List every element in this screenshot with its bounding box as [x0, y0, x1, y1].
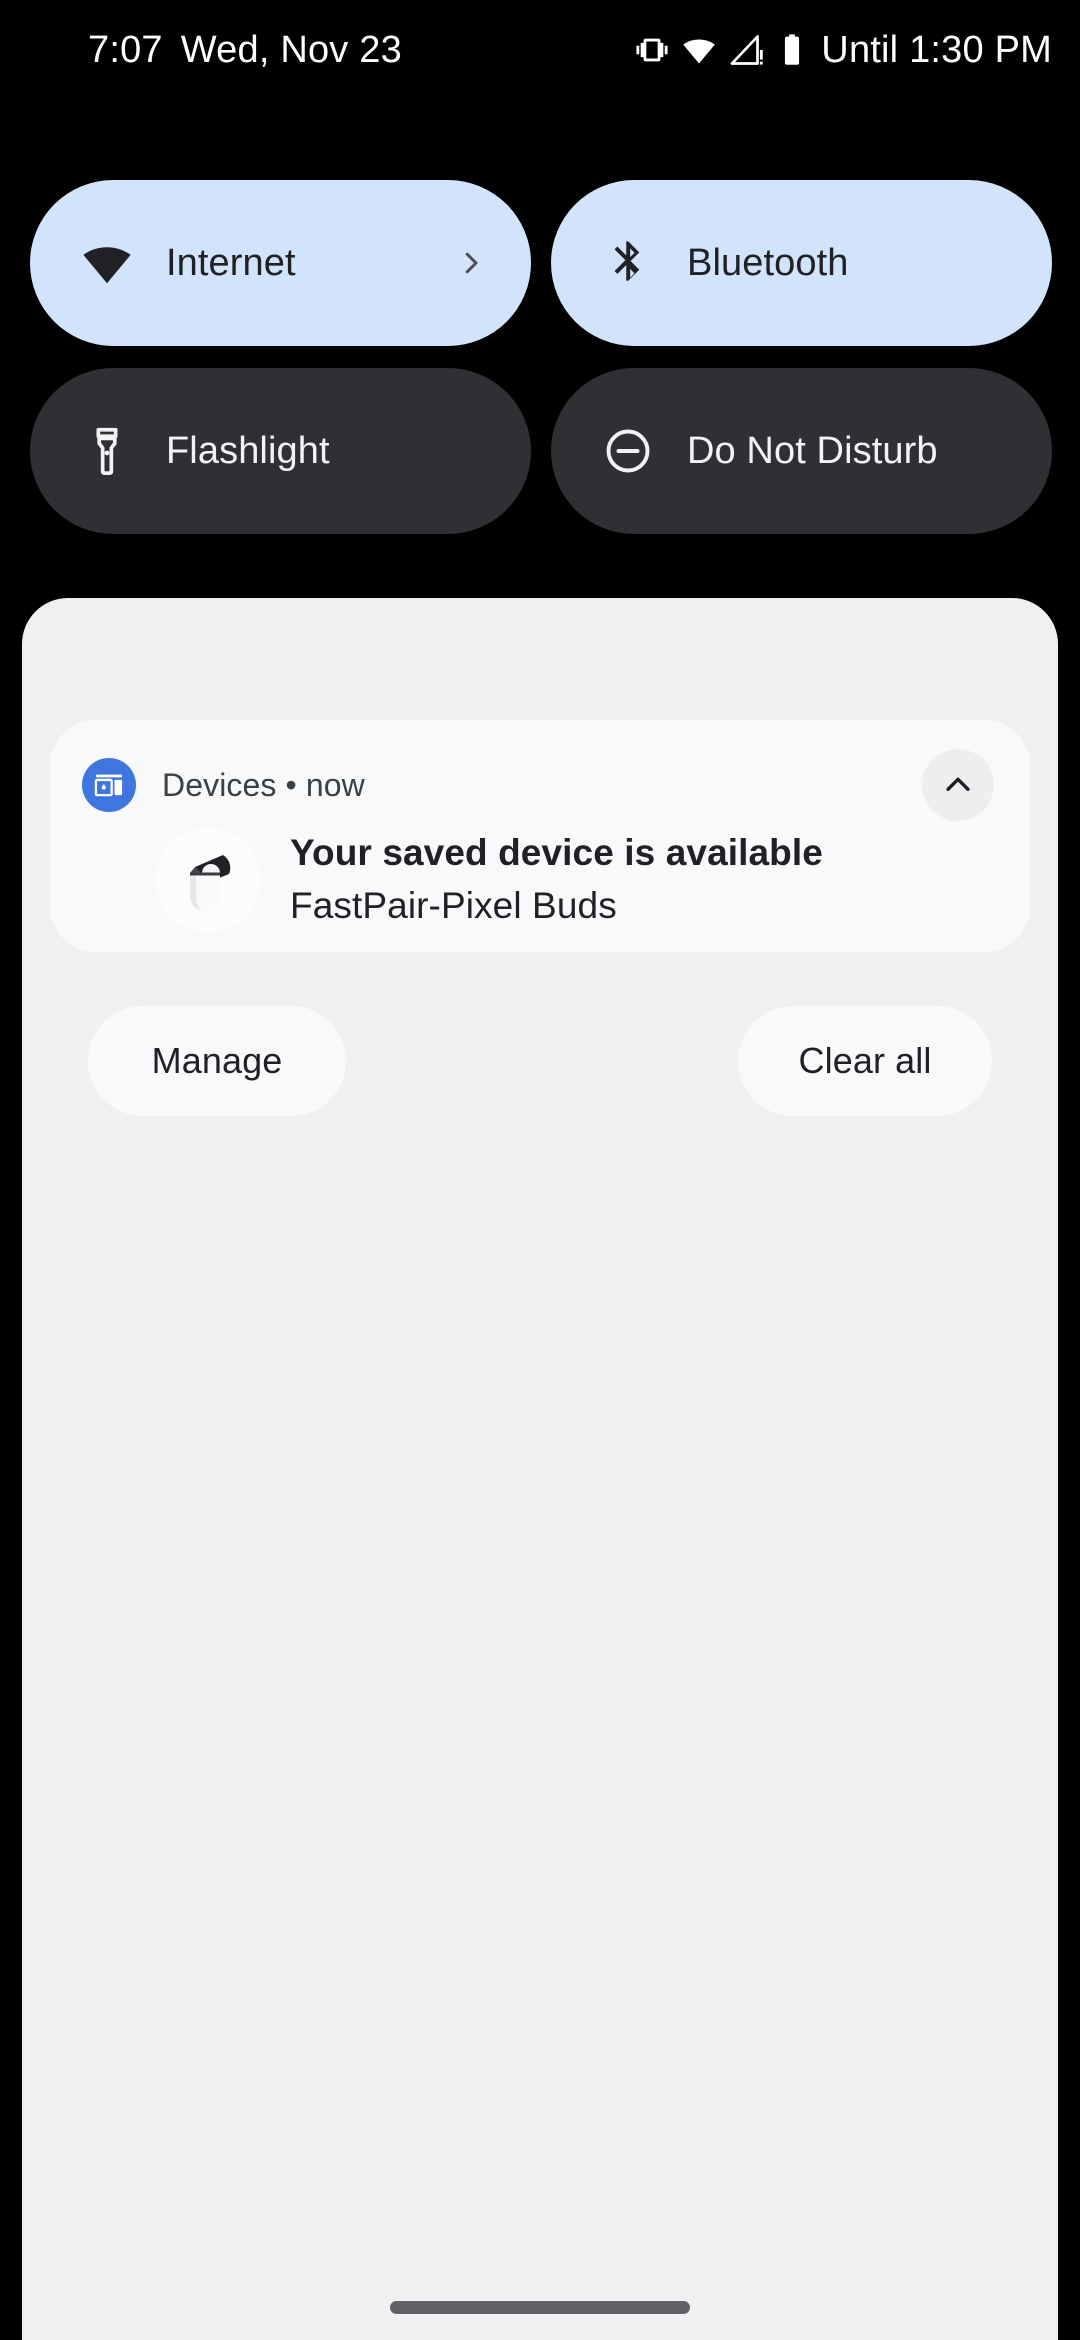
bluetooth-icon — [599, 234, 657, 292]
qs-tile-label-do-not-disturb: Do Not Disturb — [687, 429, 938, 472]
notification-app-name: Devices — [162, 766, 277, 803]
notification-shade: Devices • now Your saved device is avail… — [22, 598, 1058, 2340]
wifi-icon — [681, 32, 717, 68]
notification-header: Devices • now — [82, 749, 1002, 821]
gesture-nav-handle[interactable] — [390, 2301, 690, 2314]
status-bar-left: 7:07 Wed, Nov 23 — [88, 29, 402, 72]
status-bar: 7:07 Wed, Nov 23 Until 1:30 PM — [0, 0, 1080, 100]
qs-tile-do-not-disturb[interactable]: Do Not Disturb — [551, 368, 1052, 534]
devices-cast-icon — [82, 758, 136, 812]
status-date: Wed, Nov 23 — [180, 28, 402, 71]
notification-text-block: Your saved device is available FastPair-… — [290, 828, 823, 928]
battery-icon — [777, 33, 807, 67]
do-not-disturb-icon — [599, 422, 657, 480]
qs-tile-label-internet: Internet — [166, 241, 296, 284]
status-bar-right: Until 1:30 PM — [635, 29, 1052, 72]
notification-separator: • — [285, 766, 297, 803]
qs-tile-flashlight[interactable]: Flashlight — [30, 368, 531, 534]
notification-subtitle: FastPair-Pixel Buds — [290, 885, 617, 927]
clear-all-button[interactable]: Clear all — [738, 1006, 992, 1116]
manage-button[interactable]: Manage — [88, 1006, 346, 1116]
quick-settings-grid: Internet Bluetooth Flashlight Do Not Dis… — [30, 180, 1052, 534]
cellular-signal-warning-icon — [729, 32, 765, 68]
qs-tile-label-bluetooth: Bluetooth — [687, 241, 849, 284]
flashlight-icon — [78, 422, 136, 480]
wifi-icon — [78, 234, 136, 292]
dnd-until-label: Until 1:30 PM — [821, 28, 1052, 71]
pixel-buds-case-image — [156, 828, 260, 932]
shade-action-row: Manage Clear all — [60, 1006, 1020, 1116]
qs-tile-internet[interactable]: Internet — [30, 180, 531, 346]
status-clock: 7:07 — [88, 28, 163, 71]
notification-card-devices[interactable]: Devices • now Your saved device is avail… — [50, 720, 1030, 952]
notification-app-and-time: Devices • now — [162, 767, 365, 804]
qs-tile-label-flashlight: Flashlight — [166, 429, 330, 472]
qs-tile-bluetooth[interactable]: Bluetooth — [551, 180, 1052, 346]
notification-title: Your saved device is available — [290, 832, 823, 873]
notification-collapse-button[interactable] — [922, 749, 994, 821]
chevron-right-icon[interactable] — [456, 248, 486, 278]
notification-body: Your saved device is available FastPair-… — [156, 828, 990, 932]
notification-time: now — [305, 766, 365, 803]
vibrate-icon — [635, 33, 669, 67]
